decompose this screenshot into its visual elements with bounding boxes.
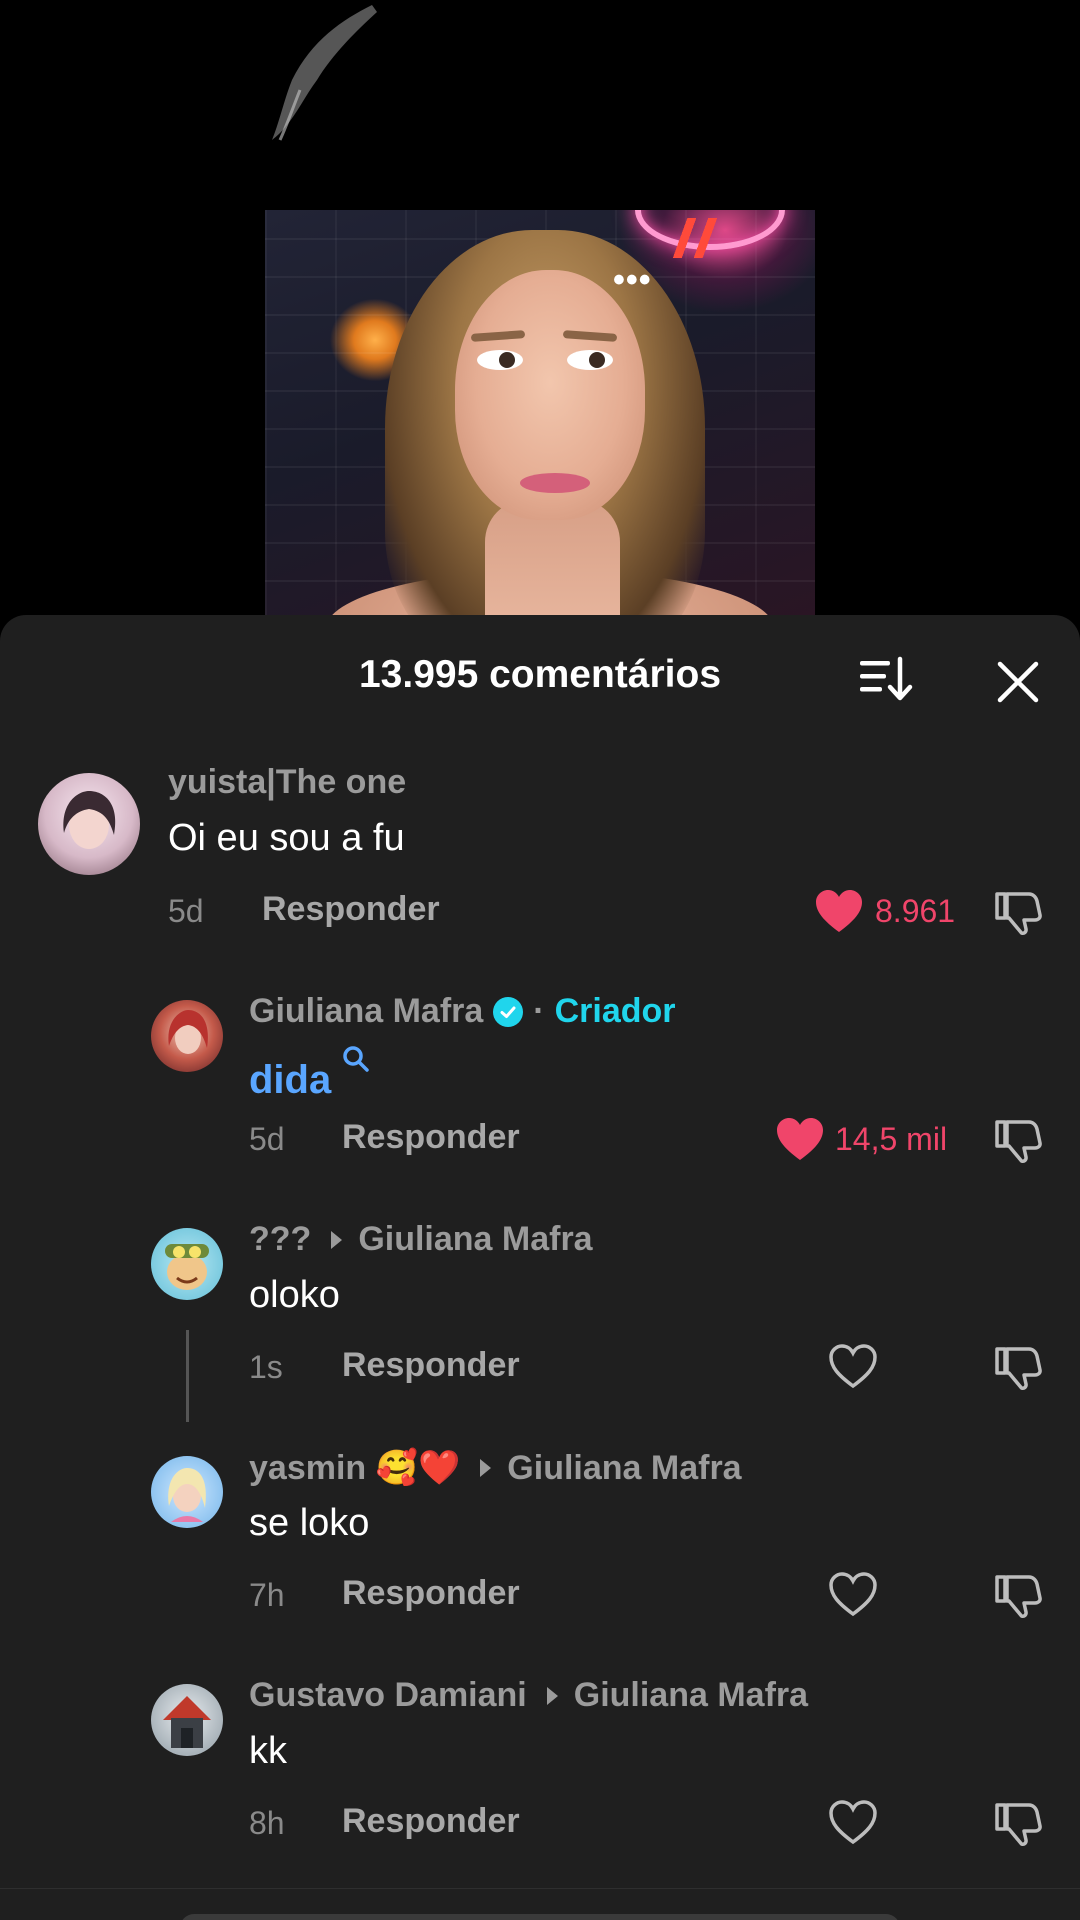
comment-time: 5d: [249, 1121, 285, 1157]
reply-to-username[interactable]: Giuliana Mafra: [358, 1220, 592, 1259]
screen-smudge: [272, 5, 377, 141]
avatar[interactable]: [151, 1000, 223, 1072]
reply-to-username[interactable]: Giuliana Mafra: [507, 1449, 741, 1488]
avatar-photo: [163, 1696, 211, 1748]
reply-button[interactable]: Responder: [262, 890, 440, 929]
left-eye: [477, 350, 523, 370]
username-text[interactable]: Gustavo Damiani: [249, 1676, 527, 1715]
comment-input-bar[interactable]: [180, 1914, 900, 1920]
username-text[interactable]: yuista|The one: [168, 763, 406, 802]
verified-badge-icon: [493, 996, 524, 1027]
more-options-icon[interactable]: •••: [613, 263, 652, 297]
reply-button[interactable]: Responder: [342, 1574, 520, 1613]
heart-outline-icon[interactable]: [828, 1571, 878, 1617]
heart-filled-icon[interactable]: [775, 1116, 825, 1162]
comment-time: 8h: [249, 1805, 285, 1841]
dislike-icon[interactable]: [993, 1571, 1043, 1619]
comment-text: se loko: [249, 1502, 370, 1544]
reply-button[interactable]: Responder: [342, 1346, 520, 1385]
comment-text: kk: [249, 1730, 287, 1772]
comment-username[interactable]: Gustavo Damiani Giuliana Mafra: [249, 1676, 808, 1715]
close-icon[interactable]: [995, 659, 1041, 705]
avatar[interactable]: [151, 1228, 223, 1300]
comment-time: 7h: [249, 1577, 285, 1613]
avatar[interactable]: [151, 1456, 223, 1528]
search-term-link[interactable]: dida: [249, 1045, 370, 1103]
like-count: 8.961: [875, 893, 956, 929]
avatar-portrait: [168, 1010, 208, 1054]
avatar-portrait: [63, 791, 116, 849]
comments-count-title: 13.995 comentários: [358, 653, 722, 696]
dislike-icon[interactable]: [993, 1799, 1043, 1847]
search-icon[interactable]: [342, 1045, 370, 1073]
heart-outline-icon[interactable]: [828, 1799, 878, 1845]
comment-username[interactable]: ??? Giuliana Mafra: [249, 1220, 593, 1259]
comment-text: oloko: [249, 1274, 340, 1316]
comment-username[interactable]: yasmin 🥰❤️ Giuliana Mafra: [249, 1448, 742, 1488]
like-count: 14,5 mil: [835, 1121, 948, 1157]
creator-label: Criador: [554, 992, 676, 1030]
lips: [520, 473, 590, 493]
avatar[interactable]: [151, 1684, 223, 1756]
sort-descending-icon[interactable]: [858, 655, 914, 703]
reply-to-username[interactable]: Giuliana Mafra: [574, 1676, 808, 1715]
comment-username[interactable]: Giuliana Mafra · Criador: [249, 992, 676, 1031]
comment-time: 5d: [168, 893, 204, 929]
reply-button[interactable]: Responder: [342, 1118, 520, 1157]
heart-outline-icon[interactable]: [828, 1343, 878, 1389]
right-eye: [567, 350, 613, 370]
avatar-cartoon: [168, 1468, 206, 1522]
video-thumbnail[interactable]: [265, 210, 815, 620]
dislike-icon[interactable]: [993, 1116, 1043, 1164]
avatar-cartoon: [165, 1244, 209, 1290]
reply-button[interactable]: Responder: [342, 1802, 520, 1841]
reply-arrow-icon: [480, 1459, 492, 1477]
thread-connector-line: [186, 1330, 189, 1422]
username-text[interactable]: yasmin 🥰❤️: [249, 1448, 460, 1488]
video-area[interactable]: •••: [0, 0, 1080, 640]
separator-dot: ·: [533, 992, 545, 1030]
heart-filled-icon[interactable]: [814, 888, 864, 934]
reply-arrow-icon: [331, 1230, 343, 1249]
username-text[interactable]: Giuliana Mafra: [249, 992, 483, 1031]
search-term-text[interactable]: dida: [249, 1058, 331, 1102]
avatar[interactable]: [38, 773, 140, 875]
neon-letters: [665, 218, 725, 258]
comment-text: Oi eu sou a fu: [168, 817, 405, 859]
dislike-icon[interactable]: [993, 888, 1043, 936]
comment-time: 1s: [249, 1349, 283, 1385]
comment-username[interactable]: yuista|The one: [168, 763, 406, 802]
username-text[interactable]: ???: [249, 1220, 311, 1259]
dislike-icon[interactable]: [993, 1343, 1043, 1391]
reply-arrow-icon: [546, 1686, 558, 1705]
